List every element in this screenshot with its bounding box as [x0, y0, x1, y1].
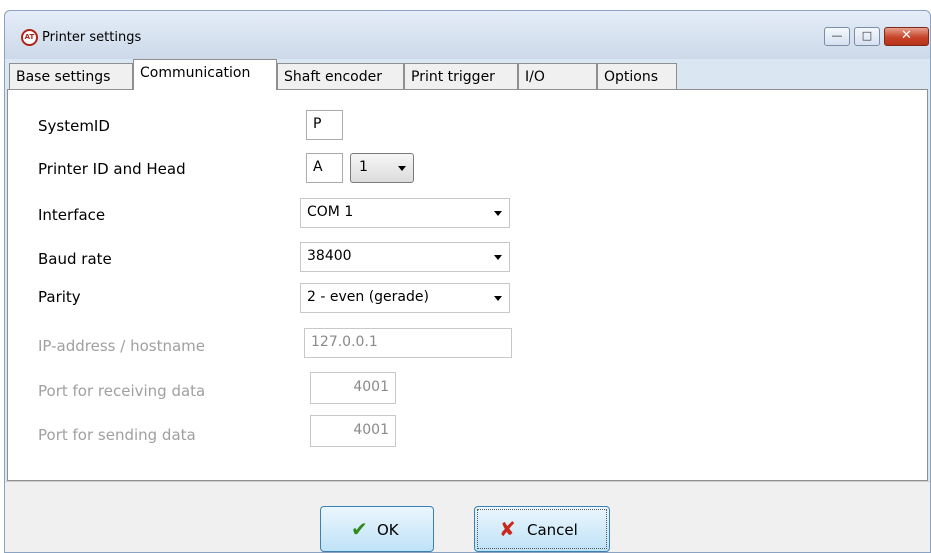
ok-button[interactable]: ✔ OK [320, 506, 434, 552]
dialog-footer: ✔ OK ✘ Cancel [5, 481, 930, 552]
port-receive-label: Port for receiving data [38, 382, 206, 400]
close-button[interactable]: ✕ [884, 27, 929, 46]
maximize-icon: □ [861, 29, 873, 42]
close-icon: ✕ [901, 28, 912, 43]
app-icon: AT [21, 29, 38, 46]
printer-id-input[interactable]: A [306, 153, 343, 183]
system-id-input[interactable]: P [306, 110, 343, 140]
window-title: Printer settings [42, 30, 142, 45]
interface-select[interactable]: COM 1 [300, 198, 510, 228]
minimize-button[interactable]: — [824, 27, 850, 46]
parity-select[interactable]: 2 - even (gerade) [300, 283, 510, 313]
tab-shaft-encoder[interactable]: Shaft encoder [277, 63, 404, 89]
tab-io[interactable]: I/O [518, 63, 597, 89]
printer-id-head-label: Printer ID and Head [38, 160, 186, 178]
tab-base-settings[interactable]: Base settings [9, 63, 133, 89]
chevron-down-icon [494, 211, 502, 216]
parity-select-value: 2 - even (gerade) [307, 289, 429, 305]
tab-print-trigger[interactable]: Print trigger [404, 63, 518, 89]
parity-label: Parity [38, 288, 81, 306]
maximize-button[interactable]: □ [854, 27, 880, 46]
tab-strip: Base settings Communication Shaft encode… [7, 59, 930, 90]
baud-rate-select-value: 38400 [307, 248, 352, 264]
cancel-x-icon: ✘ [499, 517, 516, 541]
port-send-label: Port for sending data [38, 426, 196, 444]
chevron-down-icon [398, 166, 406, 171]
head-select[interactable]: 1 [350, 153, 414, 183]
system-id-label: SystemID [38, 117, 110, 135]
head-select-value: 1 [359, 159, 368, 175]
baud-rate-select[interactable]: 38400 [300, 242, 510, 272]
ok-button-label: OK [377, 521, 399, 539]
cancel-button[interactable]: ✘ Cancel [474, 506, 610, 552]
port-receive-input: 4001 [310, 372, 396, 404]
cancel-button-label: Cancel [527, 521, 578, 539]
printer-settings-window: AT Printer settings — □ ✕ Base settings … [4, 10, 931, 553]
checkmark-icon: ✔ [351, 517, 368, 541]
interface-select-value: COM 1 [307, 204, 354, 220]
chevron-down-icon [494, 296, 502, 301]
minimize-icon: — [831, 29, 843, 42]
port-send-input: 4001 [310, 415, 396, 447]
interface-label: Interface [38, 206, 106, 224]
communication-panel: SystemID P Printer ID and Head A 1 Inter… [7, 89, 928, 481]
tab-options[interactable]: Options [597, 63, 677, 89]
ip-address-input: 127.0.0.1 [304, 328, 512, 358]
chevron-down-icon [494, 255, 502, 260]
tab-communication[interactable]: Communication [133, 59, 277, 90]
title-bar[interactable]: AT Printer settings — □ ✕ [5, 11, 930, 59]
baud-rate-label: Baud rate [38, 250, 112, 268]
ip-address-label: IP-address / hostname [38, 337, 205, 355]
